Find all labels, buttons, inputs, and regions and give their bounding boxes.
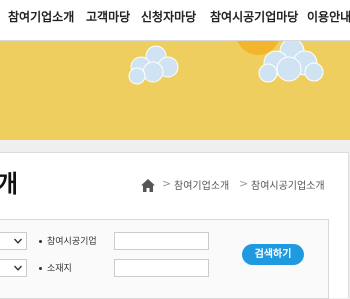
contractor-label: 참여시공기업 — [47, 237, 97, 247]
breadcrumb-item-contractor-intro[interactable]: 참여시공기업소개 — [251, 177, 325, 192]
bullet-icon — [39, 240, 42, 243]
home-icon[interactable] — [141, 179, 155, 192]
category-select[interactable] — [0, 232, 27, 250]
location-label: 소재지 — [47, 264, 72, 274]
cloud-icon-small — [128, 45, 179, 85]
sky-illustration — [128, 41, 324, 85]
breadcrumb-item-company-intro[interactable]: 참여기업소개 — [174, 177, 229, 192]
region-select[interactable] — [0, 259, 27, 277]
nav-item-contractor[interactable]: 참여시공기업마당 — [210, 0, 298, 40]
chevron-down-icon — [14, 265, 22, 271]
breadcrumb-separator: > — [239, 177, 249, 190]
contractor-input[interactable] — [114, 232, 209, 250]
page-title: 개 — [0, 170, 19, 198]
bullet-icon — [39, 267, 42, 270]
top-navigation: 참여기업소개 고객마당 신청자마당 참여시공기업마당 이용안내 — [0, 0, 350, 41]
search-panel: 참여시공기업 소재지 검색하기 — [0, 219, 329, 299]
content-card: 개 > 참여기업소개 > 참여시공기업소개 참여시공기업 소재지 검색하기 — [0, 152, 349, 299]
nav-item-usage-guide[interactable]: 이용안내 — [307, 0, 350, 40]
nav-item-company-intro[interactable]: 참여기업소개 — [8, 0, 74, 40]
hero-banner — [0, 41, 350, 140]
chevron-down-icon — [14, 238, 22, 244]
breadcrumb-separator: > — [162, 177, 172, 190]
search-button[interactable]: 검색하기 — [242, 244, 304, 265]
nav-item-applicant[interactable]: 신청자마당 — [141, 0, 196, 40]
nav-item-customer[interactable]: 고객마당 — [86, 0, 130, 40]
location-input[interactable] — [114, 259, 209, 277]
